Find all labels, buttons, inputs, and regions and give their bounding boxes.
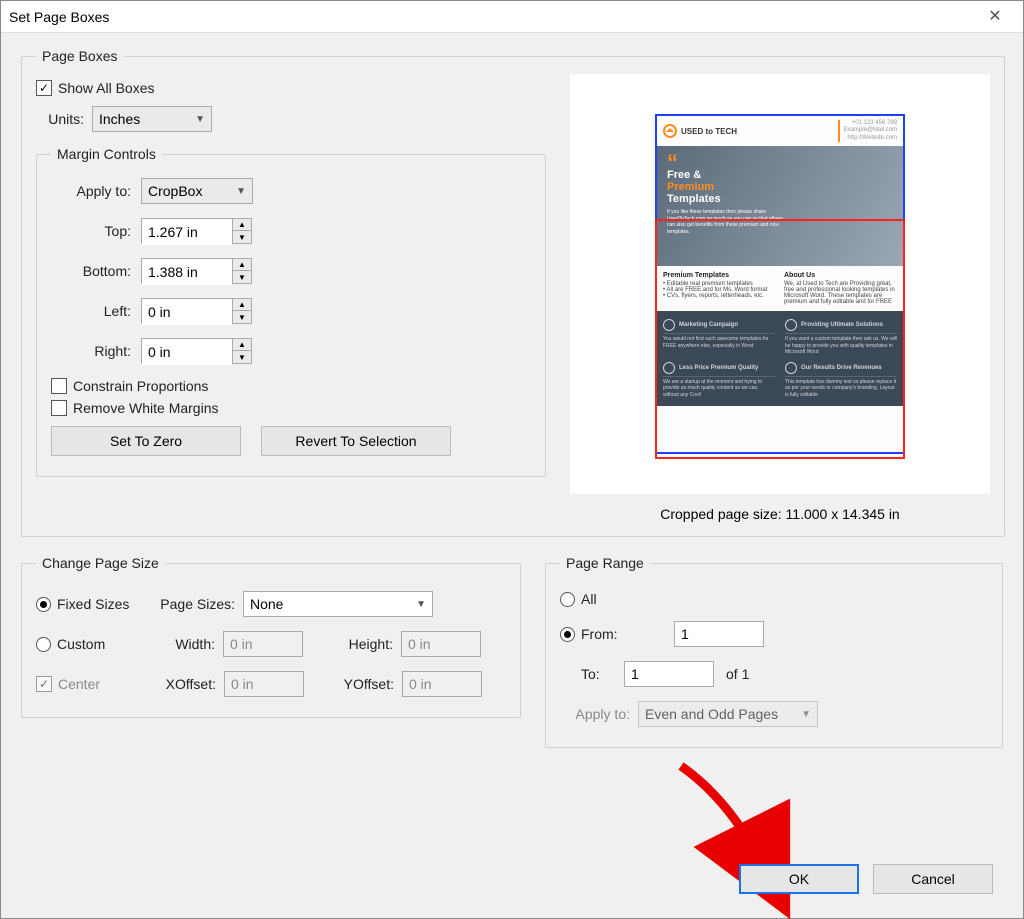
margin-controls-legend: Margin Controls (51, 146, 162, 162)
from-input[interactable] (674, 621, 764, 647)
constrain-label: Constrain Proportions (73, 378, 208, 394)
bottom-input[interactable] (142, 259, 232, 285)
hero-line3: Templates (667, 193, 893, 205)
show-all-boxes-label: Show All Boxes (58, 80, 155, 96)
set-to-zero-button[interactable]: Set To Zero (51, 426, 241, 456)
xoffset-input (224, 671, 304, 697)
page-range-group: Page Range All From: To: of 1 (545, 555, 1003, 748)
all-radio[interactable] (560, 592, 575, 607)
right-input[interactable] (142, 339, 232, 365)
spin-down-icon[interactable]: ▼ (233, 351, 251, 363)
title-bar: Set Page Boxes ✕ (1, 1, 1023, 33)
chevron-down-icon: ▼ (801, 709, 811, 720)
custom-radio[interactable] (36, 637, 51, 652)
show-all-boxes-checkbox[interactable] (36, 80, 52, 96)
width-input (223, 631, 303, 657)
logo-icon (663, 124, 677, 138)
to-label: To: (581, 666, 616, 682)
right-label: Right: (51, 343, 131, 359)
apply-to-select[interactable]: CropBox ▼ (141, 178, 253, 204)
page-range-legend: Page Range (560, 555, 650, 571)
center-label: Center (58, 676, 148, 692)
chevron-down-icon: ▼ (236, 186, 246, 197)
fixed-sizes-label: Fixed Sizes (57, 596, 147, 612)
to-input[interactable] (624, 661, 714, 687)
spin-down-icon[interactable]: ▼ (233, 231, 251, 243)
page-preview: USED to TECH +01 123 456 789Example@Mail… (570, 74, 990, 494)
change-page-size-legend: Change Page Size (36, 555, 165, 571)
of-text: of 1 (726, 666, 749, 682)
cropbox-overlay (655, 219, 905, 459)
top-spinner[interactable]: ▲▼ (141, 218, 252, 244)
apply-to-value: CropBox (148, 183, 202, 199)
constrain-checkbox[interactable] (51, 378, 67, 394)
revert-button[interactable]: Revert To Selection (261, 426, 451, 456)
units-select[interactable]: Inches ▼ (92, 106, 212, 132)
window-title: Set Page Boxes (9, 1, 109, 33)
chevron-down-icon: ▼ (195, 114, 205, 125)
height-input (401, 631, 481, 657)
spin-up-icon[interactable]: ▲ (233, 219, 251, 231)
change-page-size-group: Change Page Size Fixed Sizes Page Sizes:… (21, 555, 521, 718)
hero-line2: Premium (667, 181, 893, 193)
ok-button[interactable]: OK (739, 864, 859, 894)
xoffset-label: XOffset: (156, 676, 216, 692)
remove-white-checkbox[interactable] (51, 400, 67, 416)
yoffset-input (402, 671, 482, 697)
apply-to-label: Apply to: (51, 183, 131, 199)
top-label: Top: (51, 223, 131, 239)
close-icon[interactable]: ✕ (975, 1, 1015, 33)
pr-apply-to-value: Even and Odd Pages (645, 706, 778, 722)
bottom-label: Bottom: (51, 263, 131, 279)
right-spinner[interactable]: ▲▼ (141, 338, 252, 364)
spin-up-icon[interactable]: ▲ (233, 259, 251, 271)
all-label: All (581, 591, 597, 607)
units-value: Inches (99, 111, 140, 127)
bottom-spinner[interactable]: ▲▼ (141, 258, 252, 284)
yoffset-label: YOffset: (324, 676, 394, 692)
page-sizes-label: Page Sizes: (155, 596, 235, 612)
remove-white-label: Remove White Margins (73, 400, 219, 416)
page-boxes-legend: Page Boxes (36, 48, 124, 64)
contact-text: +01 123 456 789Example@Mail.comhttp://We… (838, 120, 897, 142)
dialog-window: Set Page Boxes ✕ Page Boxes Show All Box… (0, 0, 1024, 919)
cropped-size-text: Cropped page size: 11.000 x 14.345 in (660, 506, 899, 522)
spin-up-icon[interactable]: ▲ (233, 339, 251, 351)
spin-down-icon[interactable]: ▼ (233, 311, 251, 323)
left-spinner[interactable]: ▲▼ (141, 298, 252, 324)
from-label: From: (581, 626, 636, 642)
center-checkbox (36, 676, 52, 692)
from-radio[interactable] (560, 627, 575, 642)
page-boxes-group: Page Boxes Show All Boxes Units: Inches … (21, 48, 1005, 537)
left-input[interactable] (142, 299, 232, 325)
spin-up-icon[interactable]: ▲ (233, 299, 251, 311)
fixed-sizes-radio[interactable] (36, 597, 51, 612)
pr-apply-to-label: Apply to: (560, 706, 630, 722)
hero-line1: Free & (667, 169, 893, 181)
pr-apply-to-select: Even and Odd Pages ▼ (638, 701, 818, 727)
left-label: Left: (51, 303, 131, 319)
chevron-down-icon: ▼ (416, 599, 426, 610)
brand-text: USED to TECH (681, 127, 737, 136)
width-label: Width: (155, 636, 215, 652)
spin-down-icon[interactable]: ▼ (233, 271, 251, 283)
margin-controls-group: Margin Controls Apply to: CropBox ▼ Top: (36, 146, 546, 477)
custom-label: Custom (57, 636, 147, 652)
top-input[interactable] (142, 219, 232, 245)
units-label: Units: (36, 111, 84, 127)
height-label: Height: (323, 636, 393, 652)
cancel-button[interactable]: Cancel (873, 864, 993, 894)
page-sizes-value: None (250, 596, 283, 612)
page-sizes-select[interactable]: None ▼ (243, 591, 433, 617)
